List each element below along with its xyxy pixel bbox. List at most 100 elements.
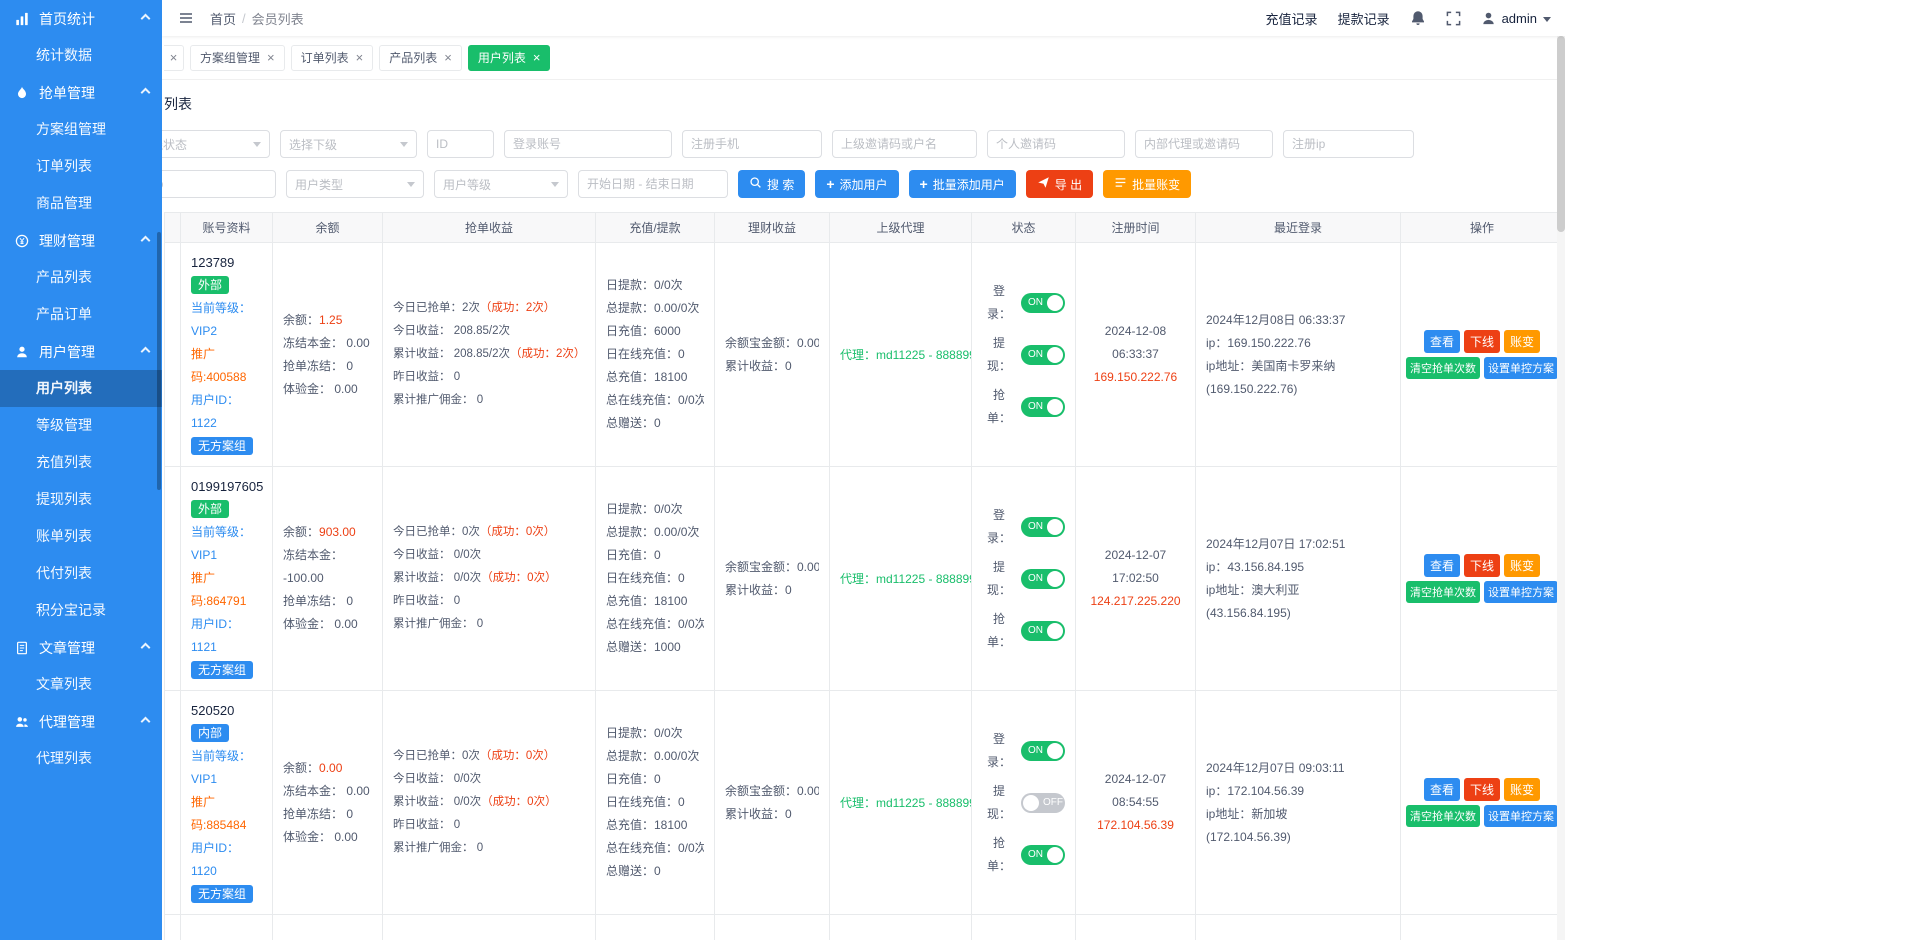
sidebar-item-agent-list[interactable]: 代理列表 [0,740,162,777]
sidebar-group-grab-orders-header[interactable]: 抢单管理 [0,74,162,111]
sidebar-group-users-header[interactable]: 用户管理 [0,333,162,370]
sidebar-item-order-list[interactable]: 订单列表 [0,148,162,185]
last-login-line: ip地址：澳大利亚 [1206,579,1390,602]
online-status-select[interactable]: 在线状态 [162,130,270,158]
toggle-knob [1047,399,1063,415]
page-scrollbar[interactable] [1557,0,1565,940]
close-icon[interactable]: × [533,51,541,64]
tab-clipped[interactable]: × [164,45,184,71]
login-toggle[interactable]: ON [1021,293,1065,313]
register-phone-input[interactable] [682,130,822,158]
withdraw-toggle[interactable]: OFF [1021,793,1065,813]
withdraw-record-link[interactable]: 提款记录 [1338,9,1390,28]
tab-order-list[interactable]: 订单列表× [291,45,374,71]
sidebar-group-home-stats-header[interactable]: 首页统计 [0,0,162,37]
withdraw-toggle[interactable]: ON [1021,345,1065,365]
user-level-select[interactable]: 用户等级 [434,170,568,198]
sidebar-item-level-management[interactable]: 等级管理 [0,407,162,444]
breadcrumb: 首页 / 会员列表 [210,9,304,28]
grab-toggle[interactable]: ON [1021,845,1065,865]
sidebar-item-plan-groups[interactable]: 方案组管理 [0,111,162,148]
id-input[interactable] [427,130,494,158]
clear-grab-count-button[interactable]: 清空抢单次数 [1406,805,1480,827]
bell-icon[interactable] [1410,10,1426,26]
sidebar-item-points-records[interactable]: 积分宝记录 [0,592,162,629]
sidebar-item-bill-list[interactable]: 账单列表 [0,518,162,555]
sidebar-item-finance-products[interactable]: 产品列表 [0,259,162,296]
account-change-button[interactable]: 账变 [1504,554,1540,577]
view-button[interactable]: 查看 [1424,330,1460,353]
grab-status-row: 抢单：ON [982,384,1065,430]
close-icon[interactable]: × [444,51,452,64]
sidebar-item-statistics[interactable]: 统计数据 [0,37,162,74]
login-account-input[interactable] [504,130,672,158]
fullscreen-icon[interactable] [1446,11,1461,26]
grab-toggle[interactable]: ON [1021,397,1065,417]
add-user-button[interactable]: +添加用户 [815,170,898,198]
sidebar-scrollbar[interactable] [157,232,161,490]
page-scrollbar-thumb[interactable] [1557,36,1565,232]
hamburger-menu-icon[interactable] [178,10,194,26]
offline-button[interactable]: 下线 [1464,330,1500,353]
plan-group-badge[interactable]: 无方案组 [191,661,253,679]
breadcrumb-home[interactable]: 首页 [210,9,236,28]
plan-group-badge[interactable]: 无方案组 [191,885,253,903]
batch-change-button[interactable]: 批量账变 [1103,170,1191,198]
set-control-plan-button[interactable]: 设置单控方案 [1484,805,1558,827]
toggle-knob [1047,623,1063,639]
user-menu[interactable]: admin [1481,11,1551,26]
sidebar-group-agents-header[interactable]: 代理管理 [0,703,162,740]
select-placeholder: 用户类型 [295,176,343,193]
withdraw-status-row: 提现：OFF [982,780,1065,826]
register-ip-input[interactable] [1283,130,1414,158]
topbar-right: 充值记录 提款记录 admin [1266,9,1551,28]
search-button[interactable]: 搜 索 [738,170,805,198]
login-toggle[interactable]: ON [1021,741,1065,761]
offline-button[interactable]: 下线 [1464,554,1500,577]
sidebar-group-articles-header[interactable]: 文章管理 [0,629,162,666]
sidebar-item-product-management[interactable]: 商品管理 [0,185,162,222]
user-type-select[interactable]: 用户类型 [286,170,424,198]
search-icon [749,176,762,192]
clear-grab-count-button[interactable]: 清空抢单次数 [1406,357,1480,379]
view-button[interactable]: 查看 [1424,778,1460,801]
batch-add-user-button[interactable]: +批量添加用户 [909,170,1016,198]
recharge-line: 日在线充值：0 [606,567,704,590]
view-button[interactable]: 查看 [1424,554,1460,577]
tab-user-list[interactable]: 用户列表× [468,45,551,71]
caret-down-icon [407,182,415,187]
clear-grab-count-button[interactable]: 清空抢单次数 [1406,581,1480,603]
sidebar-item-payout-list[interactable]: 代付列表 [0,555,162,592]
account-change-button[interactable]: 账变 [1504,778,1540,801]
sidebar-item-recharge-list[interactable]: 充值列表 [0,444,162,481]
subordinate-select[interactable]: 选择下级 [280,130,417,158]
internal-agent-input[interactable] [1135,130,1273,158]
date-range-input[interactable] [578,170,728,198]
withdraw-toggle[interactable]: ON [1021,569,1065,589]
export-button[interactable]: 导 出 [1026,170,1093,198]
login-ip-input[interactable] [162,170,276,198]
tab-plan-groups[interactable]: 方案组管理× [190,45,285,71]
account-change-button[interactable]: 账变 [1504,330,1540,353]
set-control-plan-button[interactable]: 设置单控方案 [1484,581,1558,603]
sidebar-item-product-orders[interactable]: 产品订单 [0,296,162,333]
tab-product-list[interactable]: 产品列表× [379,45,462,71]
sidebar-item-withdraw-list[interactable]: 提现列表 [0,481,162,518]
column-header: 理财收益 [715,213,830,243]
register-ip: 124.217.225.220 [1086,590,1185,613]
close-icon[interactable]: × [170,51,178,64]
set-control-plan-button[interactable]: 设置单控方案 [1484,357,1558,379]
table-row: 0199197606 外部 当前等级：VIP1 推广码:151375 用户ID：… [165,915,1564,940]
sidebar-group-finance-header[interactable]: 理财管理 [0,222,162,259]
sidebar-item-article-list[interactable]: 文章列表 [0,666,162,703]
close-icon[interactable]: × [267,51,275,64]
login-toggle[interactable]: ON [1021,517,1065,537]
grab-toggle[interactable]: ON [1021,621,1065,641]
close-icon[interactable]: × [356,51,364,64]
sidebar-item-user-list[interactable]: 用户列表 [0,370,162,407]
recharge-record-link[interactable]: 充值记录 [1266,9,1318,28]
plan-group-badge[interactable]: 无方案组 [191,437,253,455]
personal-invite-input[interactable] [987,130,1125,158]
offline-button[interactable]: 下线 [1464,778,1500,801]
parent-invite-input[interactable] [832,130,977,158]
